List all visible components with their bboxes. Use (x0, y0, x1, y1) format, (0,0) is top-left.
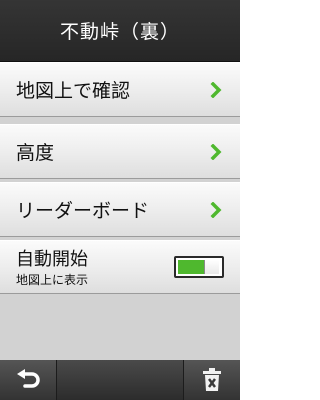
toggle-knob (204, 260, 219, 274)
auto-start-label: 自動開始 (16, 249, 88, 270)
auto-start-toggle[interactable] (174, 256, 224, 278)
screen: 不動峠（裏） 地図上で確認 高度 リーダーボード 自動開始 地図上に表示 (0, 0, 240, 400)
back-button[interactable] (0, 360, 57, 400)
menu-item-leaderboard[interactable]: リーダーボード (0, 182, 240, 237)
menu-item-view-on-map[interactable]: 地図上で確認 (0, 62, 240, 117)
menu-item-label: リーダーボード (16, 200, 150, 222)
menu-item-elevation[interactable]: 高度 (0, 124, 240, 179)
chevron-right-icon (210, 201, 222, 218)
menu-item-label: 地図上で確認 (16, 80, 131, 102)
menu-item-label: 高度 (16, 142, 55, 164)
title-bar: 不動峠（裏） (0, 0, 240, 62)
toggle-on-fill (178, 260, 204, 274)
delete-button[interactable] (183, 360, 240, 400)
trash-icon (203, 368, 221, 391)
auto-start-row[interactable]: 自動開始 地図上に表示 (0, 240, 240, 294)
page-title: 不動峠（裏） (59, 21, 180, 43)
back-arrow-icon (17, 369, 40, 388)
bottom-toolbar (0, 360, 240, 400)
chevron-right-icon (210, 143, 222, 160)
chevron-right-icon (210, 81, 222, 98)
auto-start-sublabel: 地図上に表示 (16, 273, 89, 287)
